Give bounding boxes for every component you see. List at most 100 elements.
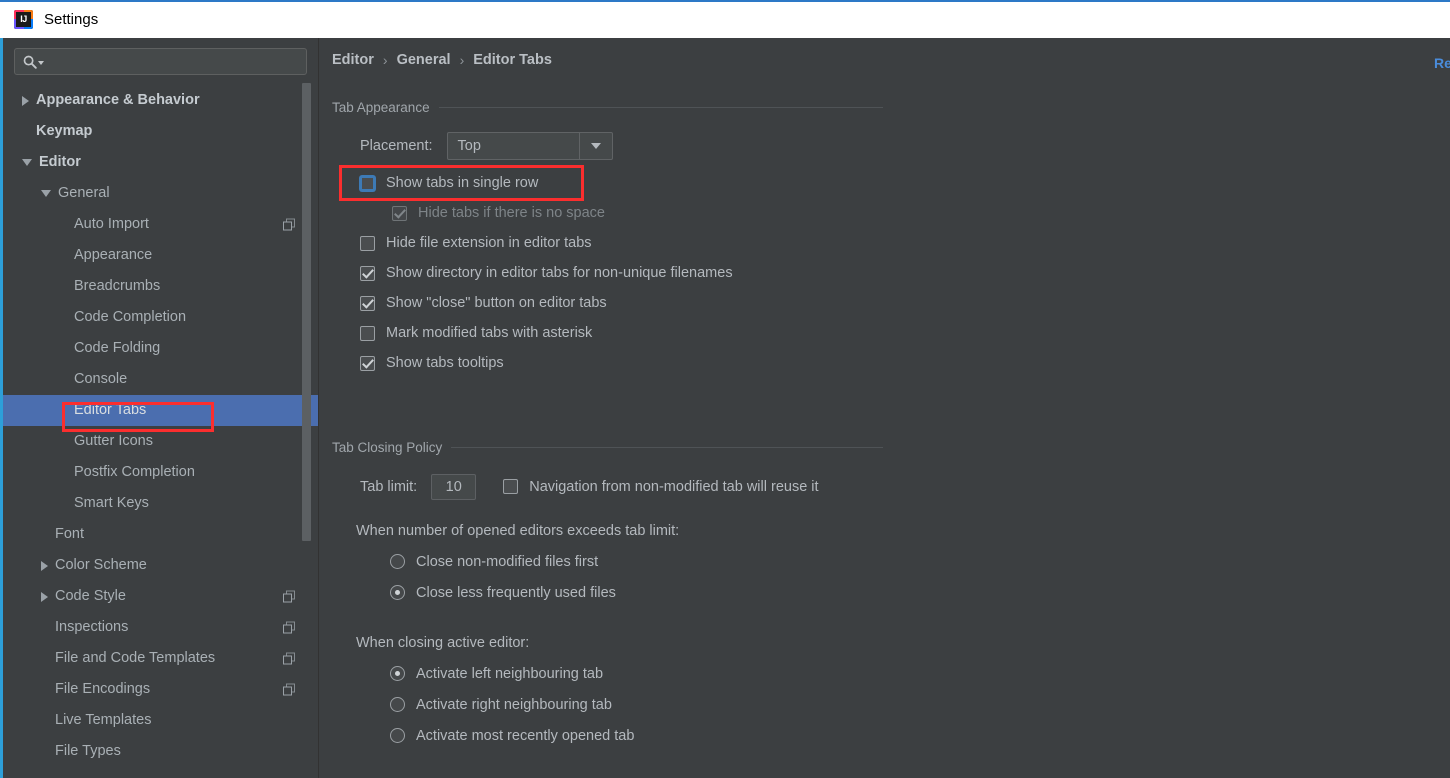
sidebar-item-font[interactable]: Font — [3, 519, 318, 550]
sidebar-item-label: Appearance — [74, 247, 153, 264]
sidebar-item-label: Appearance & Behavior — [36, 92, 200, 109]
placement-dropdown-button[interactable] — [578, 132, 612, 159]
radio-row-activate-left-neighbouring-tab[interactable]: Activate left neighbouring tab — [390, 658, 883, 689]
checkbox-label: Hide file extension in editor tabs — [386, 235, 592, 251]
radio-row-activate-most-recently-opened-tab[interactable]: Activate most recently opened tab — [390, 720, 883, 751]
checkbox-show-close-button-on-editor-tabs[interactable] — [360, 295, 375, 311]
group-separator-line — [451, 446, 883, 448]
checkbox-row-hide-tabs-if-there-is-no-space: Hide tabs if there is no space — [392, 198, 883, 228]
checkbox-row-show-tabs-in-single-row[interactable]: Show tabs in single row — [360, 168, 883, 198]
sidebar-item-console[interactable]: Console — [3, 364, 318, 395]
settings-content-panel: Editor › General › Editor Tabs Reset Tab App… — [319, 38, 1450, 778]
sidebar-item-label: Editor Tabs — [74, 402, 147, 419]
sidebar-item-code-folding[interactable]: Code Folding — [3, 333, 318, 364]
checkbox-show-tabs-in-single-row[interactable] — [360, 175, 375, 191]
checkbox-show-tabs-tooltips[interactable] — [360, 355, 375, 371]
copy-icon — [283, 218, 296, 231]
tab-closing-policy-group: Tab Closing Policy Tab limit: 10 Navigat… — [332, 438, 883, 751]
sidebar-item-postfix-completion[interactable]: Postfix Completion — [3, 457, 318, 488]
checkbox-label: Show directory in editor tabs for non-un… — [386, 265, 733, 281]
sidebar-item-keymap[interactable]: Keymap — [3, 116, 318, 147]
sidebar-item-appearance[interactable]: Appearance — [3, 240, 318, 271]
sidebar-item-label: Postfix Completion — [74, 464, 195, 481]
sidebar-item-label: Smart Keys — [74, 495, 149, 512]
sidebar-item-color-scheme[interactable]: Color Scheme — [3, 550, 318, 581]
checkbox-row-hide-file-extension-in-editor-tabs[interactable]: Hide file extension in editor tabs — [360, 228, 883, 258]
sidebar-item-smart-keys[interactable]: Smart Keys — [3, 488, 318, 519]
copy-icon — [283, 621, 296, 634]
radio-activate-left-neighbouring-tab[interactable] — [390, 666, 405, 681]
checkbox-label: Show tabs tooltips — [386, 355, 504, 371]
sidebar-item-file-encodings[interactable]: File Encodings — [3, 674, 318, 705]
sidebar-item-label: Console — [74, 371, 128, 388]
chevron-down-icon[interactable] — [41, 190, 51, 197]
radio-row-activate-right-neighbouring-tab[interactable]: Activate right neighbouring tab — [390, 689, 883, 720]
settings-tree: Appearance & Behavior Keymap Editor General… — [3, 85, 318, 778]
reset-link[interactable]: Reset — [1434, 55, 1450, 71]
placement-dropdown[interactable]: Top — [446, 131, 613, 160]
search-icon — [23, 55, 37, 69]
sidebar-item-label: File Types — [55, 743, 121, 760]
sidebar-item-label: Auto Import — [74, 216, 149, 233]
reuse-tab-checkbox[interactable] — [503, 479, 519, 494]
checkbox-hide-file-extension-in-editor-tabs[interactable] — [360, 235, 375, 251]
sidebar-item-file-and-code-templates[interactable]: File and Code Templates — [3, 643, 318, 674]
radio-row-close-non-modified-files-first[interactable]: Close non-modified files first — [390, 546, 883, 577]
radio-activate-most-recently-opened-tab[interactable] — [390, 728, 405, 743]
radio-row-close-less-frequently-used-files[interactable]: Close less frequently used files — [390, 577, 883, 608]
intellij-idea-logo-icon: IJ — [14, 9, 33, 29]
sidebar-item-code-completion[interactable]: Code Completion — [3, 302, 318, 333]
reuse-tab-label: Navigation from non-modified tab will re… — [529, 478, 819, 495]
breadcrumb-item-editor[interactable]: Editor — [332, 52, 374, 68]
chevron-right-icon[interactable] — [41, 591, 48, 602]
checkbox-label: Mark modified tabs with asterisk — [386, 325, 593, 341]
chevron-right-icon[interactable] — [22, 95, 29, 106]
sidebar-item-inspections[interactable]: Inspections — [3, 612, 318, 643]
reuse-tab-checkbox-row[interactable]: Navigation from non-modified tab will re… — [503, 472, 819, 502]
checkbox-mark-modified-tabs-with-asterisk[interactable] — [360, 325, 375, 341]
tab-limit-input[interactable]: 10 — [431, 473, 477, 500]
tab-closing-policy-header: Tab Closing Policy — [332, 438, 883, 456]
chevron-right-icon[interactable] — [41, 560, 48, 571]
closing-editor-radio-group: Activate left neighbouring tab Activate r… — [390, 658, 883, 751]
tab-appearance-header: Tab Appearance — [332, 98, 883, 116]
sidebar-item-label: General — [58, 185, 110, 202]
sidebar-item-label: Code Completion — [74, 309, 187, 326]
checkbox-label: Show tabs in single row — [386, 175, 539, 191]
radio-activate-right-neighbouring-tab[interactable] — [390, 697, 405, 712]
checkbox-row-show-tabs-tooltips[interactable]: Show tabs tooltips — [360, 348, 883, 378]
checkbox-row-mark-modified-tabs-with-asterisk[interactable]: Mark modified tabs with asterisk — [360, 318, 883, 348]
sidebar-scrollbar-thumb[interactable] — [302, 83, 311, 541]
radio-label: Activate right neighbouring tab — [416, 696, 612, 713]
search-input[interactable] — [44, 53, 306, 70]
placement-value: Top — [457, 137, 481, 154]
chevron-down-icon[interactable] — [22, 159, 32, 166]
sidebar-item-label: File and Code Templates — [55, 650, 216, 667]
placement-row: Placement: Top — [360, 130, 883, 161]
sidebar-item-gutter-icons[interactable]: Gutter Icons — [3, 426, 318, 457]
sidebar-item-label: Color Scheme — [55, 557, 147, 574]
radio-close-less-frequently-used-files[interactable] — [390, 585, 405, 600]
sidebar-item-breadcrumbs[interactable]: Breadcrumbs — [3, 271, 318, 302]
placement-label: Placement: — [360, 137, 433, 154]
sidebar-item-live-templates[interactable]: Live Templates — [3, 705, 318, 736]
sidebar-item-label: Live Templates — [55, 712, 152, 729]
checkbox-row-show-directory-in-editor-tabs-for-non-unique-filenames[interactable]: Show directory in editor tabs for non-un… — [360, 258, 883, 288]
radio-label: Activate left neighbouring tab — [416, 665, 604, 682]
search-box[interactable] — [14, 48, 307, 75]
radio-label: Close non-modified files first — [416, 553, 599, 570]
sidebar-item-general[interactable]: General — [3, 178, 318, 209]
radio-close-non-modified-files-first[interactable] — [390, 554, 405, 569]
sidebar-item-auto-import[interactable]: Auto Import — [3, 209, 318, 240]
sidebar-item-editor[interactable]: Editor — [3, 147, 318, 178]
sidebar-item-label: Gutter Icons — [74, 433, 153, 450]
checkbox-row-show-close-button-on-editor-tabs[interactable]: Show "close" button on editor tabs — [360, 288, 883, 318]
sidebar-item-appearance-behavior[interactable]: Appearance & Behavior — [3, 85, 318, 116]
group-separator-line — [438, 106, 883, 108]
checkbox-show-directory-in-editor-tabs-for-non-unique-filenames[interactable] — [360, 265, 375, 281]
breadcrumb-item-editor-tabs[interactable]: Editor Tabs — [473, 52, 552, 68]
sidebar-item-file-types[interactable]: File Types — [3, 736, 318, 767]
sidebar-item-editor-tabs[interactable]: Editor Tabs — [3, 395, 318, 426]
sidebar-item-code-style[interactable]: Code Style — [3, 581, 318, 612]
breadcrumb-item-general[interactable]: General — [397, 52, 451, 68]
